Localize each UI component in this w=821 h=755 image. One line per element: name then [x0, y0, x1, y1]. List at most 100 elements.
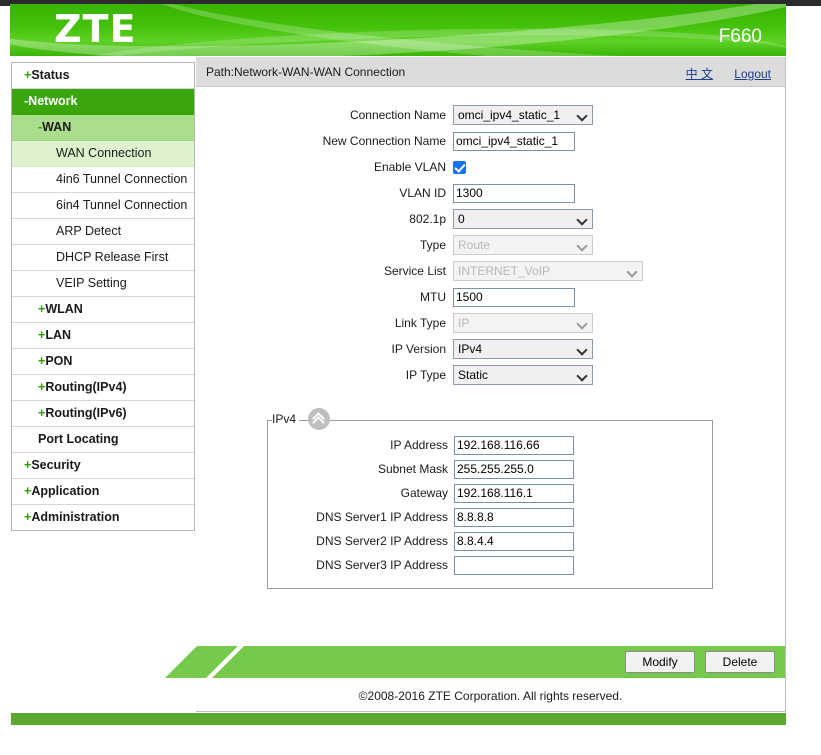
- new-connection-name-input[interactable]: [453, 132, 575, 151]
- sidebar-item-network[interactable]: -Network: [12, 89, 194, 115]
- dns-server2-ip-address-input[interactable]: [454, 532, 574, 551]
- label-new-connection-name: New Connection Name: [196, 134, 453, 148]
- sidebar-item-label: ARP Detect: [56, 224, 121, 238]
- dot1p-select[interactable]: 0: [453, 209, 593, 229]
- type-select-wrap: Route: [453, 235, 593, 255]
- field-row-ip-type: IP Type Static: [196, 362, 785, 388]
- sidebar-item-routing-ipv6[interactable]: +Routing(IPv6): [12, 401, 194, 427]
- ipv4-field-row: Subnet Mask: [268, 457, 712, 481]
- router-admin-page: ZTE F660 +Status-Network-WANWAN Connecti…: [0, 0, 821, 755]
- gateway-input[interactable]: [454, 484, 574, 503]
- ipv4-field-row: Gateway: [268, 481, 712, 505]
- sidebar-item-label: Security: [31, 458, 80, 472]
- ipv4-field-row: IP Address: [268, 433, 712, 457]
- field-row-mtu: MTU: [196, 284, 785, 310]
- label-ip-version: IP Version: [196, 342, 453, 356]
- enable-vlan-checkbox[interactable]: [453, 161, 466, 174]
- action-bar: Modify Delete: [196, 646, 785, 678]
- ipv4-field-row: DNS Server1 IP Address: [268, 505, 712, 529]
- page-banner: ZTE F660: [10, 4, 786, 56]
- ipv4-section: IPv4 IP AddressSubnet MaskGatewayDNS Ser…: [267, 420, 713, 589]
- type-select: Route: [453, 235, 593, 255]
- link-type-select-wrap: IP: [453, 313, 593, 333]
- field-row-ip-version: IP Version IPv4: [196, 336, 785, 362]
- label-subnet-mask: Subnet Mask: [268, 462, 454, 476]
- sidebar-item-label: Port Locating: [38, 432, 119, 446]
- wan-connection-form: Connection Name omci_ipv4_static_1 New C…: [196, 88, 785, 388]
- label-dot1p: 802.1p: [196, 212, 453, 226]
- sidebar-item-6in4-tunnel-connection[interactable]: 6in4 Tunnel Connection: [12, 193, 194, 219]
- sidebar-item-label: 4in6 Tunnel Connection: [56, 172, 187, 186]
- zte-logo: ZTE: [54, 6, 136, 52]
- copyright-text: ©2008-2016 ZTE Corporation. All rights r…: [196, 689, 785, 703]
- label-gateway: Gateway: [268, 486, 454, 500]
- field-row-enable-vlan: Enable VLAN: [196, 154, 785, 180]
- sidebar-item-label: WAN: [42, 120, 71, 134]
- service-list-select: INTERNET_VoIP: [453, 261, 643, 281]
- chevron-double-up-icon[interactable]: [308, 408, 330, 430]
- field-row-connection-name: Connection Name omci_ipv4_static_1: [196, 102, 785, 128]
- sidebar-item-veip-setting[interactable]: VEIP Setting: [12, 271, 194, 297]
- field-row-service-list: Service List INTERNET_VoIP: [196, 258, 785, 284]
- sidebar-item-application[interactable]: +Application: [12, 479, 194, 505]
- field-row-link-type: Link Type IP: [196, 310, 785, 336]
- connection-name-select-wrap: omci_ipv4_static_1: [453, 105, 593, 125]
- ipv4-field-row: DNS Server3 IP Address: [268, 553, 712, 577]
- sidebar-item-routing-ipv4[interactable]: +Routing(IPv4): [12, 375, 194, 401]
- ip-version-select[interactable]: IPv4: [453, 339, 593, 359]
- ip-address-input[interactable]: [454, 436, 574, 455]
- label-type: Type: [196, 238, 453, 252]
- link-type-select: IP: [453, 313, 593, 333]
- label-connection-name: Connection Name: [196, 108, 453, 122]
- label-link-type: Link Type: [196, 316, 453, 330]
- ipv4-field-row: DNS Server2 IP Address: [268, 529, 712, 553]
- sidebar-item-wan[interactable]: -WAN: [12, 115, 194, 141]
- dns-server3-ip-address-input[interactable]: [454, 556, 574, 575]
- modify-button[interactable]: Modify: [625, 651, 695, 673]
- field-row-vlan-id: VLAN ID: [196, 180, 785, 206]
- ip-type-select[interactable]: Static: [453, 365, 593, 385]
- sidebar-item-pon[interactable]: +PON: [12, 349, 194, 375]
- breadcrumb: Path:Network-WAN-WAN Connection: [206, 65, 405, 79]
- subnet-mask-input[interactable]: [454, 460, 574, 479]
- sidebar-item-status[interactable]: +Status: [12, 63, 194, 89]
- device-model-label: F660: [719, 26, 762, 48]
- sidebar-item-label: VEIP Setting: [56, 276, 127, 290]
- sidebar-item-label: Application: [31, 484, 99, 498]
- label-ip-address: IP Address: [268, 438, 454, 452]
- label-enable-vlan: Enable VLAN: [196, 160, 453, 174]
- sidebar-item-wan-connection[interactable]: WAN Connection: [12, 141, 194, 167]
- bottom-green-strip: [11, 713, 786, 725]
- logout-link[interactable]: Logout: [734, 67, 771, 81]
- connection-name-select[interactable]: omci_ipv4_static_1: [453, 105, 593, 125]
- sidebar-item-dhcp-release-first[interactable]: DHCP Release First: [12, 245, 194, 271]
- ip-type-select-wrap: Static: [453, 365, 593, 385]
- path-links: 中 文 Logout: [668, 65, 771, 82]
- content-panel: Path:Network-WAN-WAN Connection 中 文 Logo…: [196, 57, 786, 712]
- label-ip-type: IP Type: [196, 368, 453, 382]
- field-row-new-connection-name: New Connection Name: [196, 128, 785, 154]
- sidebar-item-wlan[interactable]: +WLAN: [12, 297, 194, 323]
- sidebar-item-label: Routing(IPv4): [45, 380, 126, 394]
- label-vlan-id: VLAN ID: [196, 186, 453, 200]
- sidebar-item-label: PON: [45, 354, 72, 368]
- field-row-dot1p: 802.1p 0: [196, 206, 785, 232]
- dns-server1-ip-address-input[interactable]: [454, 508, 574, 527]
- sidebar-item-4in6-tunnel-connection[interactable]: 4in6 Tunnel Connection: [12, 167, 194, 193]
- ipv4-legend: IPv4: [272, 412, 299, 426]
- sidebar-item-label: LAN: [45, 328, 71, 342]
- sidebar-item-lan[interactable]: +LAN: [12, 323, 194, 349]
- sidebar-nav: +Status-Network-WANWAN Connection 4in6 Tu…: [11, 62, 195, 531]
- sidebar-item-arp-detect[interactable]: ARP Detect: [12, 219, 194, 245]
- sidebar-item-administration[interactable]: +Administration: [12, 505, 194, 530]
- sidebar-item-security[interactable]: +Security: [12, 453, 194, 479]
- label-dns-server3-ip-address: DNS Server3 IP Address: [268, 558, 454, 572]
- delete-button[interactable]: Delete: [705, 651, 775, 673]
- sidebar-item-label: DHCP Release First: [56, 250, 168, 264]
- mtu-input[interactable]: [453, 288, 575, 307]
- sidebar-item-label: WLAN: [45, 302, 83, 316]
- sidebar-item-port-locating[interactable]: Port Locating: [12, 427, 194, 453]
- language-link[interactable]: 中 文: [686, 67, 713, 81]
- vlan-id-input[interactable]: [453, 184, 575, 203]
- path-bar: Path:Network-WAN-WAN Connection 中 文 Logo…: [196, 57, 785, 87]
